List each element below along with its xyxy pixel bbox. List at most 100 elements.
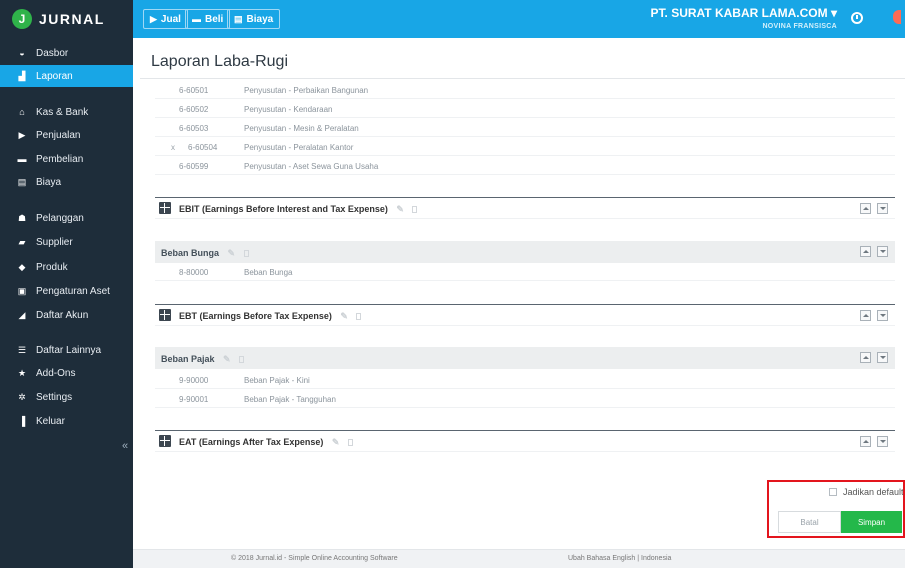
- section-eat: EAT (Earnings After Tax Expense) ✎: [155, 430, 895, 452]
- group-title: Beban Pajak ✎: [161, 354, 245, 365]
- sidebar-item-laporan[interactable]: ▟ Laporan: [0, 65, 133, 87]
- sidebar-item-dasbor[interactable]: ◒ Dasbor: [0, 42, 133, 64]
- footer: © 2018 Jurnal.id - Simple Online Account…: [133, 549, 905, 568]
- table-row: 8-80000 Beban Bunga: [155, 263, 895, 281]
- notification-icon[interactable]: [893, 10, 901, 24]
- table-row: 6-60503 Penyusutan - Mesin & Peralatan: [155, 119, 895, 137]
- section-title: EBT (Earnings Before Tax Expense) ✎: [179, 311, 362, 322]
- default-checkbox[interactable]: [829, 488, 837, 496]
- pencil-icon[interactable]: ✎: [340, 311, 348, 322]
- receipt-icon: ▤: [17, 176, 27, 187]
- group-beban-pajak: Beban Pajak ✎: [155, 347, 895, 369]
- sidebar-item-label: Pengaturan Aset: [36, 285, 110, 297]
- sidebar-item-daftar-lainnya[interactable]: ☰ Daftar Lainnya: [0, 339, 133, 361]
- language-switcher[interactable]: Ubah Bahasa English | Indonesia: [568, 555, 671, 562]
- move-down-button[interactable]: [877, 436, 888, 447]
- account-code: 8-80000: [179, 268, 209, 277]
- save-button[interactable]: Simpan: [841, 511, 902, 533]
- formula-icon: [159, 202, 171, 214]
- list-icon: ☰: [17, 344, 27, 355]
- account-code: 6-60504: [188, 143, 218, 152]
- biaya-button-label: Biaya: [246, 13, 274, 25]
- star-icon: ★: [17, 367, 27, 378]
- section-ebit: EBIT (Earnings Before Interest and Tax E…: [155, 197, 895, 219]
- default-checkbox-label: Jadikan default: [843, 487, 904, 497]
- clock-icon[interactable]: [851, 12, 863, 24]
- section-title-text: EAT (Earnings After Tax Expense): [179, 437, 324, 447]
- cart-icon: ▬: [192, 14, 201, 24]
- beli-button[interactable]: ▬ Beli: [185, 9, 231, 29]
- sidebar-item-settings[interactable]: ✲ Settings: [0, 386, 133, 408]
- jual-button-label: Jual: [160, 13, 181, 25]
- account-code: 6-60501: [179, 86, 209, 95]
- sidebar-item-supplier[interactable]: ▰ Supplier: [0, 231, 133, 253]
- table-row: 6-60599 Penyusutan - Aset Sewa Guna Usah…: [155, 157, 895, 175]
- trash-icon[interactable]: [239, 356, 245, 363]
- account-name: Penyusutan - Kendaraan: [244, 105, 333, 114]
- cancel-button[interactable]: Batal: [778, 511, 841, 533]
- sidebar-item-pelanggan[interactable]: ☗ Pelanggan: [0, 207, 133, 229]
- move-up-button[interactable]: [860, 436, 871, 447]
- sidebar-item-label: Produk: [36, 261, 68, 273]
- sidebar-item-kas-bank[interactable]: ⌂ Kas & Bank: [0, 101, 133, 123]
- accounts-icon: ◢: [18, 309, 26, 320]
- table-row: x 6-60504 Penyusutan - Peralatan Kantor: [155, 138, 895, 156]
- bank-icon: ⌂: [19, 107, 25, 117]
- move-down-button[interactable]: [877, 246, 888, 257]
- sidebar-item-label: Settings: [36, 391, 73, 403]
- sidebar-item-pengaturan-aset[interactable]: ▣ Pengaturan Aset: [0, 280, 133, 302]
- group-title: Beban Bunga ✎: [161, 248, 249, 259]
- beli-button-label: Beli: [205, 13, 224, 25]
- page-title: Laporan Laba-Rugi: [151, 53, 288, 70]
- sidebar-item-keluar[interactable]: ▐ Keluar: [0, 410, 133, 432]
- biaya-button[interactable]: ▤ Biaya: [227, 9, 281, 29]
- company-switcher[interactable]: PT. SURAT KABAR LAMA.COM ▾ NOVINA FRANSI…: [651, 6, 837, 30]
- chevron-down-icon: ▾: [830, 6, 837, 20]
- sidebar-item-produk[interactable]: ◆ Produk: [0, 256, 133, 278]
- trash-icon[interactable]: [412, 206, 418, 213]
- sidebar-item-label: Pembelian: [36, 153, 84, 165]
- account-name: Beban Pajak - Kini: [244, 376, 310, 385]
- company-name-line: PT. SURAT KABAR LAMA.COM ▾: [651, 6, 837, 20]
- sidebar-item-label: Kas & Bank: [36, 106, 89, 118]
- move-down-button[interactable]: [877, 310, 888, 321]
- move-down-button[interactable]: [877, 352, 888, 363]
- account-name: Penyusutan - Aset Sewa Guna Usaha: [244, 162, 379, 171]
- sidebar-item-add-ons[interactable]: ★ Add-Ons: [0, 362, 133, 384]
- move-up-button[interactable]: [860, 352, 871, 363]
- move-up-button[interactable]: [860, 246, 871, 257]
- trash-icon[interactable]: [356, 313, 362, 320]
- account-code: 6-60503: [179, 124, 209, 133]
- sidebar-item-penjualan[interactable]: ▶ Penjualan: [0, 124, 133, 146]
- trash-icon[interactable]: [347, 439, 353, 446]
- account-code: 6-60599: [179, 162, 209, 171]
- move-down-button[interactable]: [877, 203, 888, 214]
- account-name: Penyusutan - Perbaikan Bangunan: [244, 86, 369, 95]
- user-name: NOVINA FRANSISCA: [762, 23, 837, 30]
- pencil-icon[interactable]: ✎: [396, 204, 404, 215]
- account-code: 6-60502: [179, 105, 209, 114]
- sidebar-item-pembelian[interactable]: ▬ Pembelian: [0, 148, 133, 170]
- jual-button[interactable]: ▶ Jual: [143, 9, 188, 29]
- sidebar-item-label: Keluar: [36, 415, 65, 427]
- sidebar-item-label: Daftar Akun: [36, 309, 89, 321]
- report-icon: ▟: [18, 70, 26, 81]
- collapse-sidebar-icon[interactable]: «: [122, 440, 128, 452]
- sidebar-item-biaya[interactable]: ▤ Biaya: [0, 171, 133, 193]
- table-row: 6-60501 Penyusutan - Perbaikan Bangunan: [155, 81, 895, 99]
- move-up-button[interactable]: [860, 310, 871, 321]
- pencil-icon[interactable]: ✎: [223, 354, 231, 365]
- brand-logo[interactable]: J JURNAL: [0, 0, 133, 38]
- table-row: 9-90001 Beban Pajak - Tangguhan: [155, 390, 895, 408]
- trash-icon[interactable]: [243, 250, 249, 257]
- sidebar-item-label: Laporan: [36, 70, 73, 82]
- move-up-button[interactable]: [860, 203, 871, 214]
- jurnal-logo-icon: J: [12, 9, 32, 29]
- sidebar-item-daftar-akun[interactable]: ◢ Daftar Akun: [0, 304, 133, 326]
- title-divider: [140, 78, 905, 79]
- pencil-icon[interactable]: ✎: [228, 248, 236, 259]
- sidebar-item-label: Dasbor: [36, 47, 69, 59]
- section-title: EAT (Earnings After Tax Expense) ✎: [179, 437, 353, 448]
- pencil-icon[interactable]: ✎: [332, 437, 340, 448]
- remove-account-icon[interactable]: x: [171, 143, 175, 152]
